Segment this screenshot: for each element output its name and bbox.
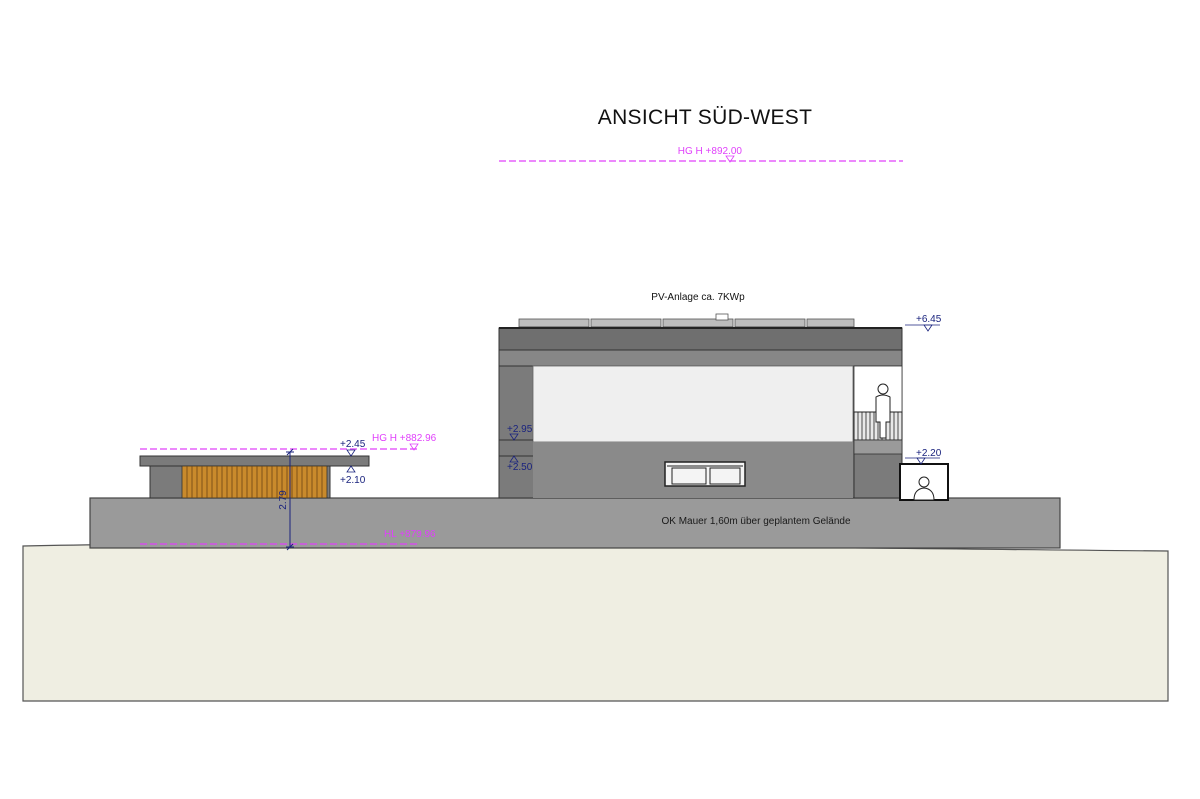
wood-cladding: [181, 465, 328, 499]
elevation-drawing: ANSICHT SÜD-WEST HG H +892.00 OK Mauer 1…: [22, 106, 1169, 702]
carport-height-reference: HG H +882.96: [140, 433, 437, 451]
level-upper-band: +2.95: [507, 424, 533, 435]
level-lower-band: +2.50: [507, 462, 533, 473]
light-facade: [532, 365, 854, 443]
triangle-up-icon: [346, 465, 356, 473]
level-carport-top: +2.45: [340, 439, 366, 450]
ridge-height-label: HG H +892.00: [678, 146, 743, 157]
level-entrance: +2.20: [916, 448, 942, 459]
window: [664, 461, 746, 487]
wall-note: OK Mauer 1,60m über geplantem Gelände: [662, 516, 851, 527]
terrain: [22, 543, 1169, 702]
carport-height-label: HG H +882.96: [372, 433, 437, 444]
carport-dimension-label: 2.79: [278, 490, 289, 510]
ground-height-label: HL +879.96: [384, 529, 436, 540]
carport: [139, 455, 370, 499]
perimeter-wall: [89, 497, 1061, 549]
level-roof-top: +6.45: [916, 314, 942, 325]
drawing-title: ANSICHT SÜD-WEST: [598, 106, 812, 129]
triangle-down-icon: [923, 324, 933, 332]
level-carport-under: +2.10: [340, 475, 366, 486]
triangle-down-icon: [346, 449, 356, 457]
pv-note: PV-Anlage ca. 7KWp: [651, 292, 745, 303]
main-building: PV-Anlage ca. 7KWp: [498, 292, 949, 501]
ridge-height-reference: HG H +892.00: [499, 146, 903, 163]
